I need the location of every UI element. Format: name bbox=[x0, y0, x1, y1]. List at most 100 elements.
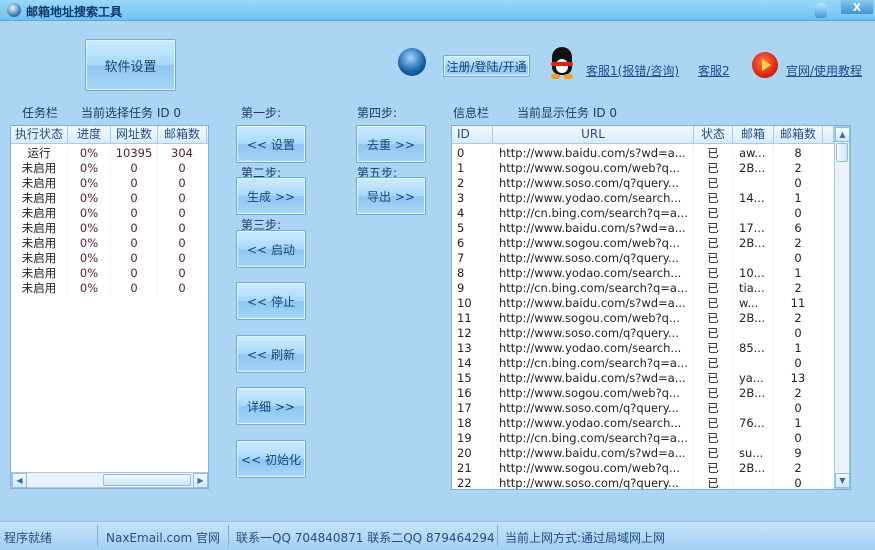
task-table[interactable]: 执行状态 进度 网址数 邮箱数 运行 0% 10395 304 未启用 0% 0 0 未启用 0%… bbox=[10, 125, 209, 489]
info-table[interactable]: ID URL 状态 邮箱 邮箱数 0 http://www.baidu.com/s… bbox=[451, 125, 851, 490]
scroll-down-button[interactable]: ▼ bbox=[835, 473, 850, 488]
vertical-scrollbar[interactable]: ▲ ▼ bbox=[834, 126, 850, 489]
table-cell: 未启用 bbox=[11, 206, 68, 221]
column-header[interactable]: 网址数 bbox=[111, 126, 158, 143]
table-cell: 0 bbox=[158, 221, 207, 236]
table-row[interactable]: 6 http://www.sogou.com/web?q... 已 2B... 2 bbox=[452, 236, 823, 251]
table-row[interactable]: 15 http://www.baidu.com/s?wd=a... 已 ya... 13 bbox=[452, 371, 823, 386]
table-row[interactable]: 3 http://www.yodao.com/search... 已 14... 1 bbox=[452, 191, 823, 206]
export-button[interactable]: 导出 >> bbox=[356, 177, 426, 215]
detail-button[interactable]: 详细 >> bbox=[236, 387, 306, 425]
table-cell: 0% bbox=[68, 251, 111, 266]
table-row[interactable]: 未启用 0% 0 0 bbox=[11, 251, 207, 266]
table-row[interactable]: 未启用 0% 0 0 bbox=[11, 266, 207, 281]
table-row[interactable]: 未启用 0% 0 0 bbox=[11, 221, 207, 236]
task-panel-label: 任务栏 bbox=[22, 106, 59, 120]
support-2-link[interactable]: 客服2 bbox=[698, 62, 730, 79]
table-cell: http://www.soso.com/q?query... bbox=[493, 401, 694, 416]
table-row[interactable]: 2 http://www.soso.com/q?query... 已 0 bbox=[452, 176, 823, 191]
table-cell: 0 bbox=[452, 146, 493, 161]
column-header[interactable]: 邮箱 bbox=[733, 126, 774, 143]
table-cell bbox=[733, 326, 774, 341]
scroll-up-button[interactable]: ▲ bbox=[835, 127, 850, 142]
stop-button[interactable]: << 停止 bbox=[236, 282, 306, 320]
table-row[interactable]: 12 http://www.soso.com/q?query... 已 0 bbox=[452, 326, 823, 341]
support-1-link[interactable]: 客服1(报错/咨询) bbox=[586, 62, 679, 79]
table-cell: 1 bbox=[452, 161, 493, 176]
table-cell: 0 bbox=[111, 266, 158, 281]
scroll-right-button[interactable]: ▶ bbox=[193, 473, 208, 488]
table-cell: su... bbox=[733, 446, 774, 461]
table-row[interactable]: 1 http://www.sogou.com/web?q... 已 2B... 2 bbox=[452, 161, 823, 176]
table-cell: 0 bbox=[111, 236, 158, 251]
table-row[interactable]: 未启用 0% 0 0 bbox=[11, 236, 207, 251]
table-cell: http://www.yodao.com/search... bbox=[493, 341, 694, 356]
table-cell: 2 bbox=[774, 161, 823, 176]
table-cell: 1 bbox=[774, 266, 823, 281]
table-cell: http://www.sogou.com/web?q... bbox=[493, 461, 694, 476]
table-row[interactable]: 4 http://cn.bing.com/search?q=a... 已 0 bbox=[452, 206, 823, 221]
table-row[interactable]: 18 http://www.yodao.com/search... 已 76... 1 bbox=[452, 416, 823, 431]
initialize-button[interactable]: << 初始化 bbox=[236, 440, 306, 478]
skin-icon[interactable] bbox=[815, 3, 827, 18]
table-row[interactable]: 未启用 0% 0 0 bbox=[11, 161, 207, 176]
generate-button[interactable]: 生成 >> bbox=[236, 177, 306, 215]
table-row[interactable]: 未启用 0% 0 0 bbox=[11, 206, 207, 221]
table-row[interactable]: 10 http://www.baidu.com/s?wd=a... 已 w... 11 bbox=[452, 296, 823, 311]
table-cell: 已 bbox=[694, 266, 733, 281]
table-row[interactable]: 未启用 0% 0 0 bbox=[11, 191, 207, 206]
register-login-button[interactable]: 注册/登陆/开通 bbox=[443, 55, 530, 77]
table-row[interactable]: 未启用 0% 0 0 bbox=[11, 176, 207, 191]
table-row[interactable]: 21 http://www.sogou.com/web?q... 已 2B... 2 bbox=[452, 461, 823, 476]
dedupe-button[interactable]: 去重 >> bbox=[356, 125, 426, 163]
table-row[interactable]: 11 http://www.sogou.com/web?q... 已 2B... 2 bbox=[452, 311, 823, 326]
table-row[interactable]: 8 http://www.yodao.com/search... 已 10... 1 bbox=[452, 266, 823, 281]
table-cell: 14 bbox=[452, 356, 493, 371]
table-row[interactable]: 0 http://www.baidu.com/s?wd=a... 已 aw... 8 bbox=[452, 146, 823, 161]
column-header[interactable]: 进度 bbox=[68, 126, 111, 143]
close-button[interactable]: X bbox=[840, 0, 874, 15]
horizontal-scrollbar[interactable]: ◀ ▶ bbox=[11, 472, 208, 488]
table-cell: 未启用 bbox=[11, 281, 68, 296]
table-row[interactable]: 9 http://cn.bing.com/search?q=a... 已 tia...… bbox=[452, 281, 823, 296]
table-cell: 0% bbox=[68, 206, 111, 221]
column-header[interactable]: 邮箱数 bbox=[158, 126, 207, 143]
table-row[interactable]: 5 http://www.baidu.com/s?wd=a... 已 17... 6 bbox=[452, 221, 823, 236]
scroll-thumb[interactable] bbox=[836, 143, 848, 162]
table-row[interactable]: 运行 0% 10395 304 bbox=[11, 146, 207, 161]
column-header[interactable]: 邮箱数 bbox=[774, 126, 823, 143]
column-header[interactable]: 状态 bbox=[694, 126, 733, 143]
step-1-label: 第一步: bbox=[241, 106, 282, 120]
table-cell: 16 bbox=[452, 386, 493, 401]
settings-step-button[interactable]: << 设置 bbox=[236, 125, 306, 163]
column-header[interactable]: 执行状态 bbox=[11, 126, 68, 143]
table-cell: 已 bbox=[694, 251, 733, 266]
table-row[interactable]: 16 http://www.sogou.com/web?q... 已 2B... 2 bbox=[452, 386, 823, 401]
table-cell: 0 bbox=[111, 176, 158, 191]
table-cell: http://cn.bing.com/search?q=a... bbox=[493, 206, 694, 221]
website-tutorial-link[interactable]: 官网/使用教程 bbox=[786, 62, 862, 79]
scroll-thumb[interactable] bbox=[103, 474, 191, 486]
table-row[interactable]: 17 http://www.soso.com/q?query... 已 0 bbox=[452, 401, 823, 416]
table-cell: http://www.soso.com/q?query... bbox=[493, 326, 694, 341]
refresh-button[interactable]: << 刷新 bbox=[236, 335, 306, 373]
table-row[interactable]: 13 http://www.yodao.com/search... 已 85... 1 bbox=[452, 341, 823, 356]
table-row[interactable]: 22 http://www.soso.com/q?query... 已 0 bbox=[452, 476, 823, 489]
table-row[interactable]: 未启用 0% 0 0 bbox=[11, 281, 207, 296]
column-header-blank bbox=[823, 126, 834, 143]
status-divider bbox=[228, 525, 229, 547]
table-cell: 已 bbox=[694, 161, 733, 176]
scroll-left-button[interactable]: ◀ bbox=[12, 473, 27, 488]
column-header[interactable]: ID bbox=[452, 126, 493, 143]
table-row[interactable]: 20 http://www.baidu.com/s?wd=a... 已 su... 9 bbox=[452, 446, 823, 461]
column-header[interactable]: URL bbox=[493, 126, 694, 143]
software-settings-button[interactable]: 软件设置 bbox=[85, 39, 176, 91]
start-button[interactable]: << 启动 bbox=[236, 230, 306, 268]
table-row[interactable]: 19 http://cn.bing.com/search?q=a... 已 0 bbox=[452, 431, 823, 446]
table-row[interactable]: 7 http://www.soso.com/q?query... 已 0 bbox=[452, 251, 823, 266]
table-row[interactable]: 14 http://cn.bing.com/search?q=a... 已 0 bbox=[452, 356, 823, 371]
table-cell: 7 bbox=[452, 251, 493, 266]
table-cell: http://www.soso.com/q?query... bbox=[493, 251, 694, 266]
status-website[interactable]: NaxEmail.com 官网 bbox=[106, 529, 220, 546]
table-cell: 6 bbox=[774, 221, 823, 236]
